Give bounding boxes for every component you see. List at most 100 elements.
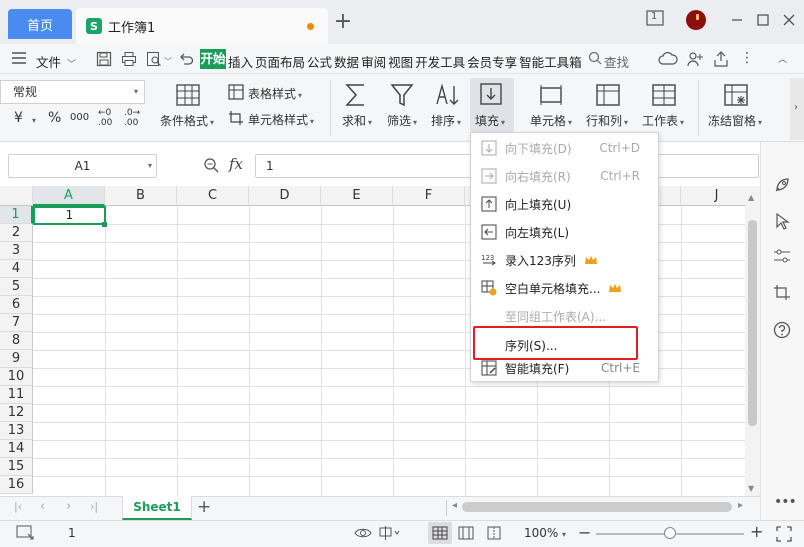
hscroll-left-icon[interactable]: ◂ (452, 500, 457, 511)
fill-handle[interactable] (102, 222, 107, 227)
minimize-icon[interactable] (728, 10, 746, 30)
select-all-corner[interactable] (0, 186, 33, 206)
share-icon[interactable] (712, 50, 730, 68)
zoom-in-button[interactable]: + (750, 522, 763, 541)
menu-tab-page-layout[interactable]: 页面布局 (255, 52, 305, 71)
freeze-panes-button[interactable]: 冻结窗格 ▾ (708, 112, 762, 129)
menu-tab-review[interactable]: 审阅 (361, 52, 386, 71)
enter-123-sequence-item[interactable]: 123 录入123序列 (471, 246, 658, 274)
cell-button[interactable]: 单元格 ▾ (530, 112, 572, 129)
column-header[interactable]: C (177, 186, 249, 206)
row-header[interactable]: 4 (0, 260, 33, 278)
menu-tab-view[interactable]: 视图 (388, 52, 413, 71)
reading-view-icon[interactable] (458, 526, 474, 540)
zoom-lookup-icon[interactable] (203, 157, 219, 173)
row-header[interactable]: 12 (0, 404, 33, 422)
hamburger-menu-icon[interactable] (12, 52, 26, 64)
column-header[interactable]: A (33, 186, 105, 206)
decrease-decimal-button[interactable]: .0→ .00 (124, 108, 140, 128)
row-header[interactable]: 9 (0, 350, 33, 368)
macro-status-icon[interactable] (16, 525, 34, 541)
zoom-out-button[interactable]: − (578, 523, 591, 542)
collapse-ribbon-icon[interactable]: ︿ (778, 52, 787, 65)
preview-dropdown-icon[interactable]: ﹀ (164, 56, 172, 67)
name-box[interactable]: A1 ▾ (8, 154, 157, 178)
column-header[interactable]: E (321, 186, 393, 206)
column-header[interactable]: J (681, 186, 745, 206)
row-header[interactable]: 15 (0, 458, 33, 476)
row-header[interactable]: 7 (0, 314, 33, 332)
search-label[interactable]: 查找 (604, 52, 629, 71)
eye-protection-icon[interactable] (354, 525, 372, 541)
menu-tab-developer[interactable]: 开发工具 (415, 52, 465, 71)
search-icon[interactable] (588, 51, 602, 65)
insert-function-icon[interactable]: fx (229, 155, 243, 173)
percent-button[interactable]: % (48, 110, 61, 126)
table-style-button[interactable]: 表格样式 ▾ (248, 85, 302, 102)
vertical-scroll-thumb[interactable] (748, 220, 757, 426)
cell-a1[interactable]: 1 (33, 206, 106, 225)
menu-tab-member[interactable]: 会员专享 (467, 52, 517, 71)
settings-sliders-icon[interactable] (773, 248, 791, 264)
row-header[interactable]: 6 (0, 296, 33, 314)
column-header[interactable]: D (249, 186, 321, 206)
column-header[interactable]: B (105, 186, 177, 206)
row-header[interactable]: 11 (0, 386, 33, 404)
fill-down-item[interactable]: 向下填充(D) Ctrl+D (471, 134, 658, 162)
currency-button[interactable]: ¥ (14, 110, 23, 126)
close-icon[interactable] (780, 10, 798, 30)
save-icon[interactable] (96, 51, 112, 67)
rocket-icon[interactable] (773, 176, 791, 194)
last-sheet-icon[interactable]: ›| (90, 500, 98, 513)
row-header[interactable]: 1 (0, 206, 33, 224)
cursor-select-icon[interactable] (774, 212, 790, 230)
sort-button[interactable]: 排序 ▾ (431, 112, 461, 129)
sheet-tab-sheet1[interactable]: Sheet1 (122, 496, 192, 520)
page-break-view-icon[interactable] (486, 526, 502, 540)
document-tab[interactable]: S 工作簿1 (76, 8, 328, 44)
input-method-icon[interactable] (378, 525, 402, 541)
rows-cols-button[interactable]: 行和列 ▾ (586, 112, 628, 129)
more-options-icon[interactable]: ⋮ (740, 50, 754, 66)
prev-sheet-icon[interactable]: ‹ (40, 499, 45, 514)
undo-icon[interactable] (178, 51, 194, 67)
fill-left-item[interactable]: 向左填充(L) (471, 218, 658, 246)
fill-right-item[interactable]: 向右填充(R) Ctrl+R (471, 162, 658, 190)
row-header[interactable]: 3 (0, 242, 33, 260)
conditional-format-button[interactable]: 条件格式 ▾ (160, 112, 214, 129)
file-menu[interactable]: 文件 ﹀ (36, 52, 76, 71)
increase-decimal-button[interactable]: ←0 .00 (98, 108, 112, 128)
first-sheet-icon[interactable]: |‹ (14, 500, 22, 513)
new-tab-button[interactable]: + (332, 11, 354, 35)
sum-button[interactable]: 求和 ▾ (342, 112, 372, 129)
thousands-button[interactable]: 000 (70, 112, 89, 123)
menu-tab-formula[interactable]: 公式 (307, 52, 332, 71)
number-format-select[interactable]: 常规 ▾ (0, 80, 145, 104)
zoom-slider-thumb[interactable] (664, 527, 676, 539)
next-sheet-icon[interactable]: › (66, 499, 71, 514)
zoom-level[interactable]: 100% (524, 526, 558, 540)
scroll-down-icon[interactable]: ▼ (748, 484, 754, 493)
filter-button[interactable]: 筛选 ▾ (387, 112, 417, 129)
menu-tab-home[interactable]: 开始 (200, 49, 226, 69)
column-header[interactable]: F (393, 186, 465, 206)
row-header[interactable]: 10 (0, 368, 33, 386)
add-sheet-button[interactable]: + (197, 497, 211, 517)
row-header[interactable]: 16 (0, 476, 33, 494)
horizontal-scroll-thumb[interactable] (462, 502, 732, 512)
menu-tab-smart-tools[interactable]: 智能工具箱 (519, 52, 582, 71)
row-header[interactable]: 13 (0, 422, 33, 440)
blank-cell-fill-item[interactable]: 空白单元格填充... (471, 274, 658, 302)
menu-tab-insert[interactable]: 插入 (228, 52, 253, 71)
fill-up-item[interactable]: 向上填充(U) (471, 190, 658, 218)
row-header[interactable]: 2 (0, 224, 33, 242)
worksheet-button[interactable]: 工作表 ▾ (642, 112, 684, 129)
maximize-icon[interactable] (754, 10, 772, 30)
collaborate-icon[interactable] (686, 50, 704, 68)
currency-dropdown-icon[interactable]: ▾ (32, 116, 36, 125)
zoom-dropdown-icon[interactable]: ▾ (562, 530, 566, 539)
cloud-sync-icon[interactable] (658, 50, 678, 68)
row-header[interactable]: 14 (0, 440, 33, 458)
avatar[interactable] (686, 10, 706, 30)
hscroll-right-icon[interactable]: ▸ (738, 500, 743, 511)
